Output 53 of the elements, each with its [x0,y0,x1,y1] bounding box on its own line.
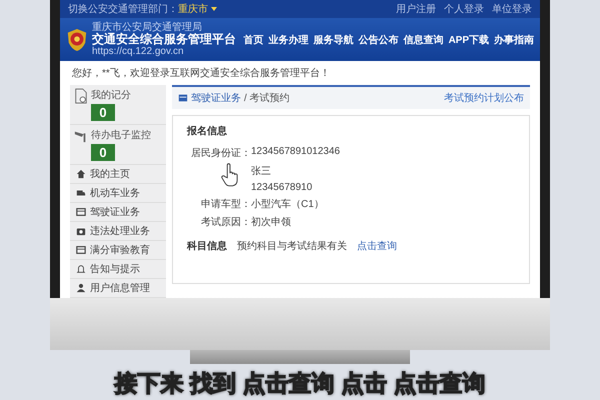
caret-icon[interactable] [211,7,217,12]
field-value: 张三 [251,164,271,178]
breadcrumb-current: / 考试预约 [244,92,290,106]
nav-link[interactable]: APP下载 [448,32,489,47]
counter-label: 我的记分 [91,88,131,102]
schedule-link[interactable]: 考试预约计划公布 [444,91,524,106]
site-url: https://cq.122.gov.cn [92,46,185,58]
nav-link[interactable]: 公告公布 [358,32,398,47]
sidebar-item[interactable]: 违法处理业务 [70,222,166,242]
sidebar-item[interactable]: 我的主页 [70,165,166,184]
card-icon [76,245,86,256]
field-value: 初次申领 [251,216,291,230]
sidebar-item[interactable]: 机动车业务 [70,184,166,204]
sidebar-item[interactable]: 驾驶证业务 [70,203,166,222]
card-icon [178,93,188,104]
field-label: 居民身份证： [190,147,251,160]
counter-value[interactable]: 0 [91,104,115,122]
counter-value[interactable]: 0 [91,144,115,162]
top-link[interactable]: 用户注册 [396,2,436,16]
field-label: 考试原因： [200,216,251,230]
document-icon [74,88,88,104]
nav-link[interactable]: 服务导航 [313,32,354,47]
breadcrumb-link[interactable]: 驾驶证业务 [191,91,241,106]
camera-icon [76,226,86,236]
nav-link[interactable]: 办事指南 [494,32,534,47]
top-link[interactable]: 个人登录 [444,2,484,16]
badge-emblem-icon [66,28,88,52]
subject-note: 预约科目与考试结果有关 [237,240,347,254]
video-subtitle: 接下来 找到 点击查询 点击 点击查询 [114,369,486,398]
hand-pointer-icon [221,163,239,188]
organization-name: 重庆市公安局交通管理局 [92,22,203,33]
card-icon [76,207,86,218]
top-link[interactable]: 单位登录 [492,2,532,16]
nav-link[interactable]: 业务办理 [268,32,308,47]
bell-icon [76,264,86,274]
section-heading: 科目信息 [187,240,227,254]
field-label: 申请车型： [200,198,251,212]
welcome-message: 您好，**飞，欢迎登录互联网交通安全综合服务管理平台！ [71,66,331,82]
sidebar-item[interactable]: 告知与提示 [70,260,166,280]
department-switch-label: 切换公安交通管理部门：重庆市 [68,2,217,16]
user-icon [76,283,86,294]
field-value: 小型汽车（C1） [251,198,324,212]
sidebar-item[interactable]: 满分审验教育 [70,241,166,260]
field-value: 1234567891012346 [251,146,340,160]
nav-link[interactable]: 首页 [243,32,264,47]
field-value: 12345678910 [251,182,312,194]
department-dropdown[interactable]: 重庆市 [178,4,208,15]
nav-link[interactable]: 信息查询 [403,32,444,47]
query-link[interactable]: 点击查询 [357,239,397,254]
section-heading: 报名信息 [187,124,228,138]
platform-title: 交通安全综合服务管理平台 [92,33,236,46]
home-icon [76,169,86,180]
counter-label: 待办电子监控 [91,128,151,142]
